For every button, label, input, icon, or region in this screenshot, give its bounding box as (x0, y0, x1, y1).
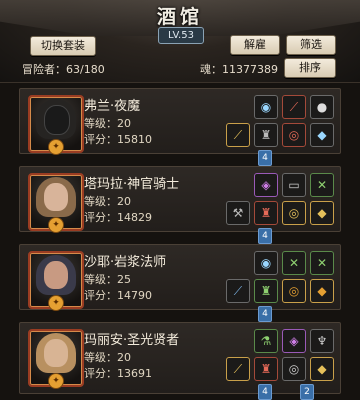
hero-level: 等级：20 (84, 117, 131, 130)
hero-card[interactable]: ✦ 塔玛拉·神官骑士 等级：20 评分：14829 ◈ ▭ ✕ ⚒ ♜ ◎ ◆ (19, 166, 341, 233)
hero-portrait[interactable]: ✦ (28, 95, 84, 155)
hero-card[interactable]: ✦ 玛丽安·圣光贤者 等级：20 评分：13691 ⚗ ◈ ♆ ⟋ ♜ ◎ ◆ (19, 322, 341, 394)
empty-slot-icon[interactable]: ✕ (310, 251, 334, 275)
empty-slot-icon[interactable]: ✕ (310, 173, 334, 197)
hero-card[interactable]: ✦ 沙耶·岩浆法师 等级：25 评分：14790 ◉ ✕ ✕ ⟋ ♜ ◎ ◆ (19, 244, 341, 311)
face-shape (44, 339, 68, 367)
hero-list[interactable]: ✦ 弗兰·夜魔 等级：20 评分：15810 ◉ ⟋ ● ⟋ ♜ ◎ ◆ 4 ✦… (0, 82, 360, 400)
set-count-badge: 4 (258, 228, 272, 244)
ring-icon[interactable]: ◎ (282, 123, 306, 147)
hero-name: 弗兰·夜魔 (84, 99, 141, 114)
sort-button[interactable]: 排序 (284, 58, 336, 78)
hero-name: 塔玛拉·神官骑士 (84, 177, 180, 192)
hero-level: 等级：20 (84, 351, 131, 364)
ring-icon[interactable]: ◎ (282, 357, 306, 381)
hero-portrait[interactable]: ✦ (28, 173, 84, 233)
hero-score: 评分：14790 (84, 289, 152, 302)
set-count-badge: 4 (258, 150, 272, 166)
medal-icon: ✦ (48, 217, 64, 233)
ring-icon[interactable]: ◎ (282, 201, 306, 225)
hero-score: 评分：13691 (84, 367, 152, 380)
armor-icon[interactable]: ♜ (254, 123, 278, 147)
set-count-badge: 4 (258, 306, 272, 322)
chalice-icon[interactable]: ♆ (310, 329, 334, 353)
hero-score: 评分：15810 (84, 133, 152, 146)
armor-icon[interactable]: ♜ (254, 279, 278, 303)
empty-slot-icon[interactable]: ✕ (282, 251, 306, 275)
face-shape (44, 261, 68, 289)
face-shape (44, 183, 68, 211)
filter-button[interactable]: 筛选 (286, 35, 336, 55)
medal-icon: ✦ (48, 295, 64, 311)
dismiss-button[interactable]: 解雇 (230, 35, 280, 55)
axe-icon[interactable]: ⚒ (226, 201, 250, 225)
boot-icon[interactable]: ◆ (310, 123, 334, 147)
page-title: 酒馆 (156, 6, 203, 28)
soul-count: 魂：11377389 (200, 63, 278, 76)
wand-icon[interactable]: ⟋ (226, 123, 250, 147)
adventurer-count: 冒险者：63/180 (22, 63, 105, 76)
orb-icon[interactable]: ◉ (254, 251, 278, 275)
tavern-header: 酒馆 LV.53 切换套装 解雇 筛选 冒险者：63/180 魂：1137738… (0, 0, 360, 83)
hero-card[interactable]: ✦ 弗兰·夜魔 等级：20 评分：15810 ◉ ⟋ ● ⟋ ♜ ◎ ◆ (19, 88, 341, 155)
hero-level: 等级：20 (84, 195, 131, 208)
card-icon[interactable]: ▭ (282, 173, 306, 197)
boot-icon[interactable]: ◆ (310, 201, 334, 225)
hero-name: 沙耶·岩浆法师 (84, 255, 167, 270)
boot-icon[interactable]: ◆ (310, 279, 334, 303)
potion-icon[interactable]: ⚗ (254, 329, 278, 353)
gem-icon[interactable]: ◈ (282, 329, 306, 353)
staff-icon[interactable]: ⟋ (226, 279, 250, 303)
armor-icon[interactable]: ♜ (254, 357, 278, 381)
hero-portrait[interactable]: ✦ (28, 329, 84, 389)
armor-icon[interactable]: ♜ (254, 201, 278, 225)
sword-icon[interactable]: ⟋ (282, 95, 306, 119)
switch-set-button[interactable]: 切换套装 (30, 36, 96, 56)
face-shape (44, 105, 70, 135)
medal-icon: ✦ (48, 373, 64, 389)
level-badge: LV.53 (158, 27, 204, 44)
stone-icon[interactable]: ● (310, 95, 334, 119)
hero-level: 等级：25 (84, 273, 131, 286)
ring-icon[interactable]: ◎ (282, 279, 306, 303)
orb-icon[interactable]: ◉ (254, 95, 278, 119)
hero-score: 评分：14829 (84, 211, 152, 224)
medal-icon: ✦ (48, 139, 64, 155)
wand-icon[interactable]: ⟋ (226, 357, 250, 381)
hero-portrait[interactable]: ✦ (28, 251, 84, 311)
boot-icon[interactable]: ◆ (310, 357, 334, 381)
hero-name: 玛丽安·圣光贤者 (84, 333, 180, 348)
gem-icon[interactable]: ◈ (254, 173, 278, 197)
